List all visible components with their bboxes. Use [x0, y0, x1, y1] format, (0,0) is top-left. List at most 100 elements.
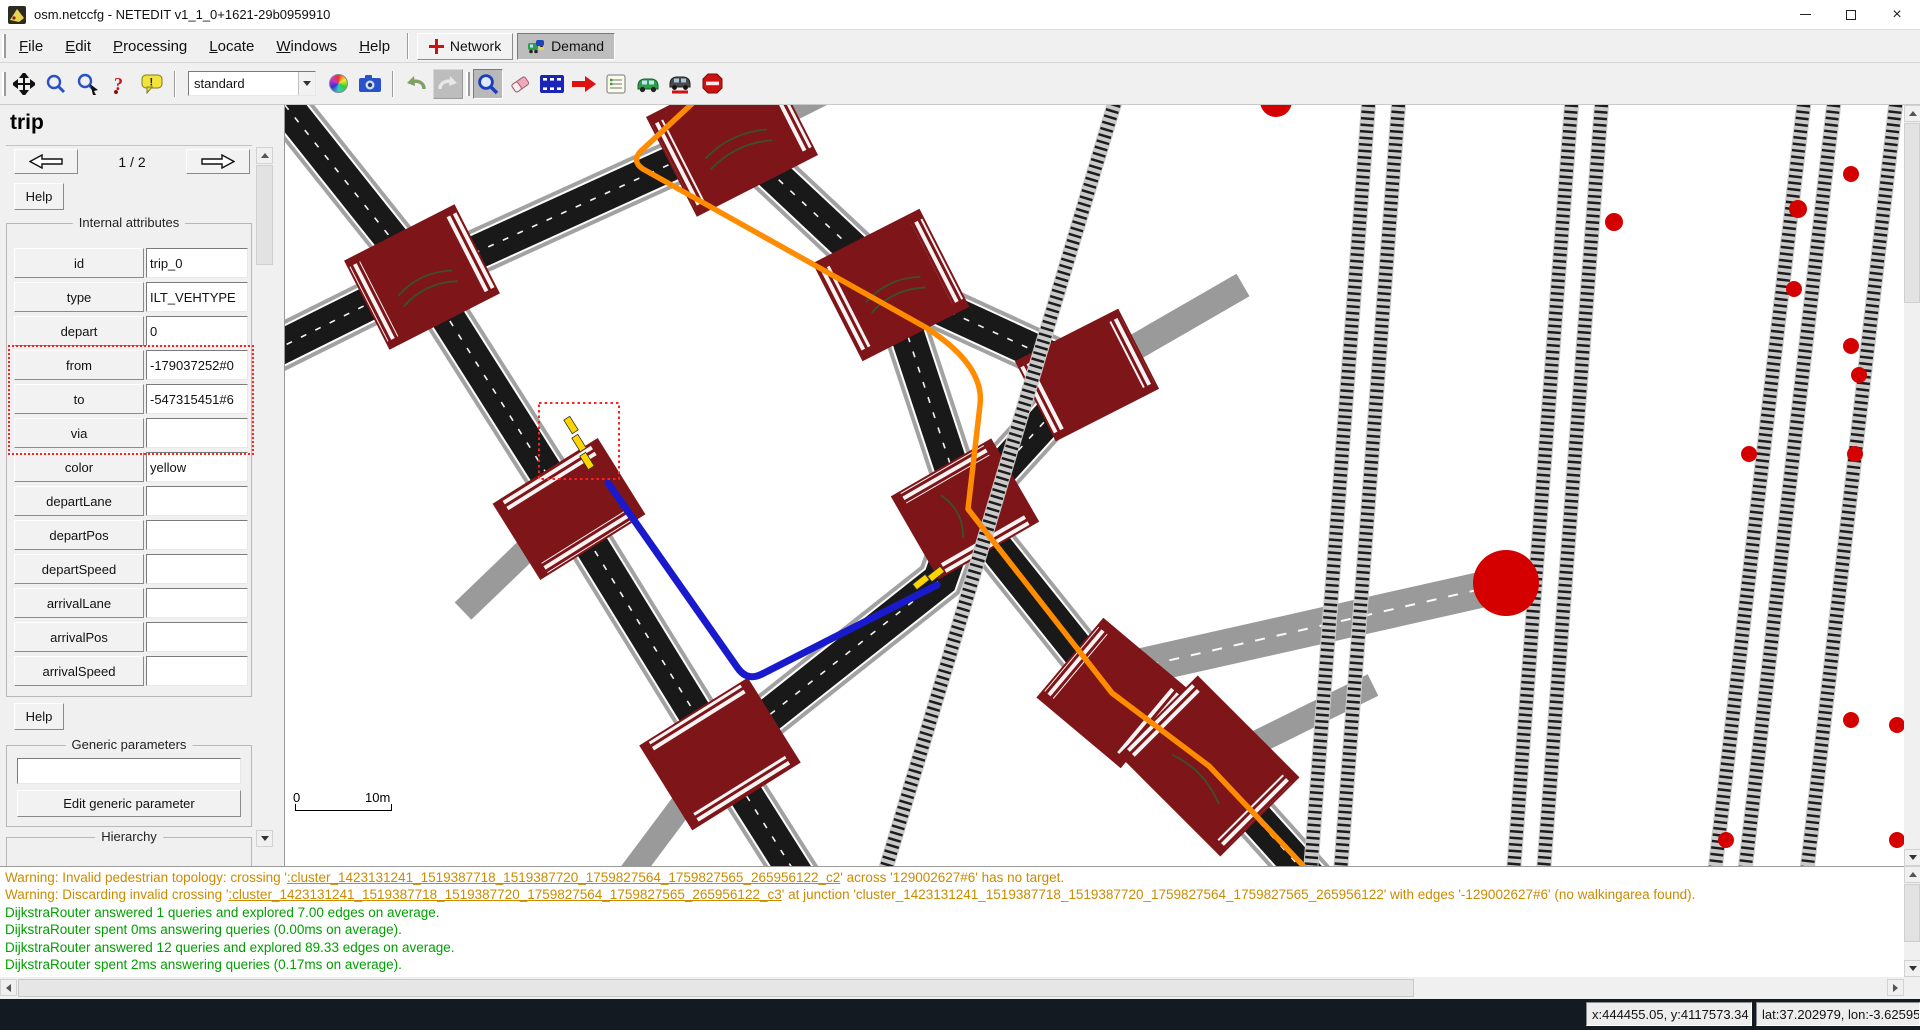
element-pager-count: 1 / 2	[80, 149, 184, 174]
attribute-label-to[interactable]: to	[14, 384, 144, 414]
scrollbar-thumb[interactable]	[256, 165, 273, 265]
network-canvas[interactable]	[285, 105, 1904, 866]
supermode-network-button[interactable]: Network	[417, 33, 513, 60]
inspector-title: trip	[10, 111, 44, 135]
log-link[interactable]: :cluster_1423131241_1519387718_151938772…	[287, 870, 840, 885]
scroll-up-button[interactable]	[256, 147, 273, 164]
log-link[interactable]: :cluster_1423131241_1519387718_151938772…	[228, 887, 781, 902]
menu-separator	[407, 33, 409, 59]
menu-file[interactable]: File	[8, 33, 54, 60]
attribute-label-from[interactable]: from	[14, 350, 144, 380]
scroll-down-button[interactable]	[1904, 849, 1920, 866]
scroll-right-button[interactable]	[1887, 979, 1904, 996]
mode-timetable-button[interactable]	[601, 69, 631, 99]
junction-bubble[interactable]	[1473, 550, 1539, 616]
attribute-input-to[interactable]	[146, 384, 248, 414]
attribute-input-depart[interactable]	[146, 316, 248, 346]
undo-button[interactable]	[401, 69, 431, 99]
message-window-button[interactable]: !	[137, 69, 167, 99]
toolbar-grip[interactable]	[466, 72, 470, 96]
attribute-label-color[interactable]: color	[14, 452, 144, 482]
toolbar-separator	[174, 71, 176, 97]
attribute-label-departLane[interactable]: departLane	[14, 486, 144, 516]
help-button-bottom[interactable]: Help	[14, 703, 64, 730]
menu-locate[interactable]: Locate	[198, 33, 265, 60]
attribute-input-id[interactable]	[146, 248, 248, 278]
attribute-label-departSpeed[interactable]: departSpeed	[14, 554, 144, 584]
close-button[interactable]: ×	[1874, 0, 1920, 30]
log-text: Warning: Discarding invalid crossing '	[5, 887, 228, 902]
attribute-input-via[interactable]	[146, 418, 248, 448]
attribute-input-departSpeed[interactable]	[146, 554, 248, 584]
mode-delete-button[interactable]	[505, 69, 535, 99]
attribute-label-id[interactable]: id	[14, 248, 144, 278]
scroll-down-button[interactable]	[1904, 960, 1920, 977]
supermode-demand-button[interactable]: Demand	[517, 33, 615, 60]
scrollbar-thumb[interactable]	[1904, 884, 1920, 942]
redo-button[interactable]	[433, 69, 463, 99]
attribute-label-arrivalSpeed[interactable]: arrivalSpeed	[14, 656, 144, 686]
hierarchy-legend: Hierarchy	[95, 829, 163, 844]
mode-stop-button[interactable]	[697, 69, 727, 99]
status-latlon-coordinates: lat:37.202979, lon:-3.62595	[1756, 1002, 1920, 1026]
move-view-button[interactable]	[9, 69, 39, 99]
attribute-label-arrivalLane[interactable]: arrivalLane	[14, 588, 144, 618]
previous-element-button[interactable]	[14, 149, 78, 174]
attribute-label-arrivalPos[interactable]: arrivalPos	[14, 622, 144, 652]
attribute-input-arrivalLane[interactable]	[146, 588, 248, 618]
mode-inspect-button[interactable]	[473, 69, 503, 99]
log-line-warning: Warning: Discarding invalid crossing ':c…	[5, 886, 1904, 903]
attribute-label-depart[interactable]: depart	[14, 316, 144, 346]
log-vertical-scrollbar[interactable]	[1904, 866, 1920, 977]
horizontal-scrollbar[interactable]	[0, 977, 1904, 999]
scroll-up-button[interactable]	[1904, 105, 1920, 122]
attribute-input-departLane[interactable]	[146, 486, 248, 516]
scroll-left-button[interactable]	[0, 979, 17, 996]
chevron-down-icon	[303, 81, 311, 86]
mode-vehicle-type-button[interactable]	[665, 69, 695, 99]
edit-generic-parameter-button[interactable]: Edit generic parameter	[17, 790, 241, 817]
toolbar-grip[interactable]	[2, 34, 6, 58]
next-element-button[interactable]	[186, 149, 250, 174]
canvas-vertical-scrollbar[interactable]	[1904, 105, 1920, 866]
sidebar-scrollbar[interactable]	[256, 147, 273, 847]
timetable-icon	[606, 74, 626, 94]
attribute-input-arrivalPos[interactable]	[146, 622, 248, 652]
attribute-label-departPos[interactable]: departPos	[14, 520, 144, 550]
attribute-input-color[interactable]	[146, 452, 248, 482]
color-scheme-button[interactable]	[323, 69, 353, 99]
toolbar-grip[interactable]	[2, 72, 6, 96]
attribute-label-type[interactable]: type	[14, 282, 144, 312]
scroll-up-button[interactable]	[1904, 866, 1920, 883]
menu-windows[interactable]: Windows	[265, 33, 348, 60]
mode-select-button[interactable]	[537, 69, 567, 99]
zoom-cursor-button[interactable]	[73, 69, 103, 99]
log-text: DijkstraRouter answered 1 queries and ex…	[5, 905, 440, 920]
zoom-button[interactable]	[41, 69, 71, 99]
menu-bar: FileEditProcessingLocateWindowsHelp Netw…	[0, 30, 1920, 63]
attribute-input-arrivalSpeed[interactable]	[146, 656, 248, 686]
menu-edit[interactable]: Edit	[54, 33, 102, 60]
attribute-input-departPos[interactable]	[146, 520, 248, 550]
attribute-input-type[interactable]	[146, 282, 248, 312]
screenshot-button[interactable]	[355, 69, 385, 99]
view-scheme-combo[interactable]: standard	[188, 71, 316, 96]
network-icon	[429, 39, 444, 54]
scrollbar-thumb[interactable]	[18, 979, 1414, 997]
help-question-button[interactable]: ?	[105, 69, 135, 99]
generic-parameters-input[interactable]	[17, 758, 241, 784]
maximize-button[interactable]	[1828, 0, 1874, 30]
menu-help[interactable]: Help	[348, 33, 401, 60]
combo-dropdown-button[interactable]	[298, 72, 315, 95]
attribute-label-via[interactable]: via	[14, 418, 144, 448]
scroll-down-button[interactable]	[256, 830, 273, 847]
help-button-top[interactable]: Help	[14, 183, 64, 210]
scrollbar-thumb[interactable]	[1904, 123, 1920, 303]
message-log[interactable]: Warning: Invalid pedestrian topology: cr…	[0, 866, 1904, 977]
minimize-button[interactable]	[1782, 0, 1828, 30]
mode-vehicle-button[interactable]	[633, 69, 663, 99]
mode-route-button[interactable]	[569, 69, 599, 99]
attribute-input-from[interactable]	[146, 350, 248, 380]
internal-attributes-legend: Internal attributes	[73, 215, 185, 230]
menu-processing[interactable]: Processing	[102, 33, 198, 60]
